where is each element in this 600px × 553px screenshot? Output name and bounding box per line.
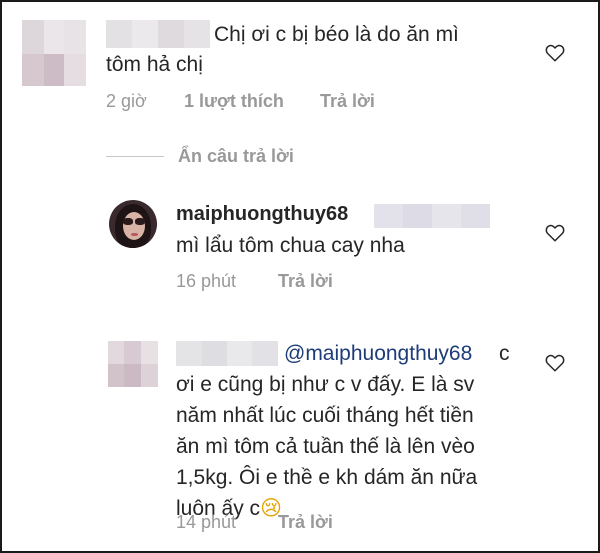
avatar-blurred[interactable] (22, 20, 86, 86)
reply-link[interactable]: Trả lời (278, 271, 333, 292)
comment-text-line-1: Chị ơi c bị béo là do ăn mì (214, 23, 459, 46)
heart-icon[interactable] (545, 44, 565, 62)
reply-text-line-2: ơi e cũng bị như c v đấy. E là sv (176, 373, 475, 396)
reply-text-line-1: c (499, 342, 510, 365)
reply-text-line-4: ăn mì tôm cả tuần thế là lên vèo (176, 435, 475, 458)
heart-icon[interactable] (545, 354, 565, 372)
reply-link[interactable]: Trả lời (320, 91, 375, 112)
avatar-blurred[interactable] (108, 341, 158, 387)
reply-text: mì lẩu tôm chua cay nha (176, 234, 405, 257)
reply-time: 16 phút (176, 271, 237, 291)
comments-panel: Chị ơi c bị béo là do ăn mì tôm hả chị 2… (0, 0, 600, 553)
comment-time: 2 giờ (106, 91, 147, 111)
reply-text-line-3: năm nhất lúc cuối tháng hết tiền (176, 404, 474, 427)
username-suffix-blurred (374, 204, 490, 228)
username-blurred[interactable] (176, 341, 278, 366)
reply-text-line-5: 1,5kg. Ôi e thề e kh dám ăn nữa (176, 466, 478, 489)
reply-username[interactable]: maiphuongthuy68 (176, 199, 348, 230)
divider-line (106, 156, 164, 157)
reply-link[interactable]: Trả lời (278, 512, 333, 533)
reply-time: 14 phút (176, 512, 237, 532)
comment-text-line-2: tôm hả chị (106, 53, 203, 76)
hide-replies-label[interactable]: Ẩn câu trả lời (178, 146, 294, 167)
mention-link[interactable]: @maiphuongthuy68 (284, 338, 472, 369)
heart-icon[interactable] (545, 224, 565, 242)
username-blurred[interactable] (106, 20, 210, 48)
likes-count[interactable]: 1 lượt thích (184, 91, 284, 112)
avatar[interactable] (109, 200, 157, 248)
